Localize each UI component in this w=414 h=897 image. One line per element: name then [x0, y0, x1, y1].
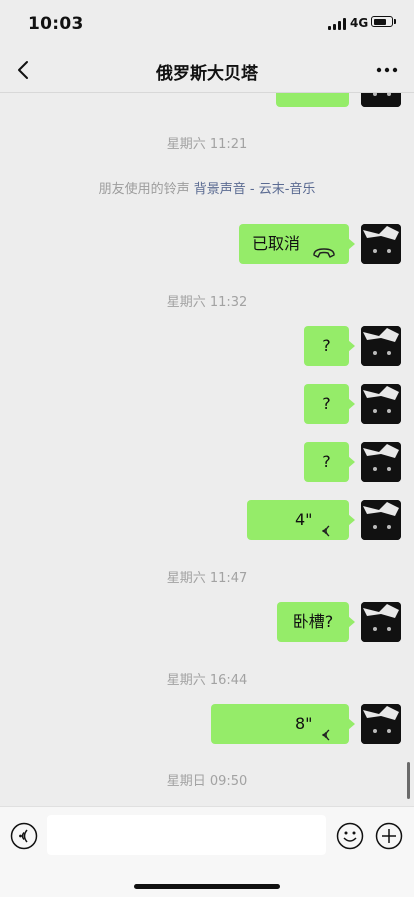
message-input[interactable]	[47, 815, 326, 855]
message-text: ?	[322, 394, 331, 413]
timestamp: 星期六 11:32	[166, 295, 248, 310]
voice-wave-icon	[317, 513, 331, 537]
avatar[interactable]	[361, 93, 401, 107]
call-cancelled-bubble[interactable]: 已取消	[239, 224, 355, 264]
voice-input-icon[interactable]	[10, 822, 38, 850]
more-dots-icon[interactable]	[374, 58, 400, 82]
avatar[interactable]	[361, 384, 401, 424]
battery-fill	[373, 18, 387, 25]
ringtone-link[interactable]: 背景声音 - 云末-音乐	[194, 182, 316, 197]
message-bubble[interactable]: ?	[304, 384, 355, 424]
avatar[interactable]	[361, 326, 401, 366]
message-bubble-partial[interactable]	[276, 93, 349, 107]
timestamp: 星期六 11:21	[166, 137, 248, 152]
signal-icon	[328, 18, 346, 30]
avatar[interactable]	[361, 602, 401, 642]
home-indicator[interactable]	[134, 884, 280, 889]
status-time: 10:03	[28, 14, 84, 34]
input-bar	[0, 806, 414, 897]
message-text: ?	[322, 336, 331, 355]
status-bar: 10:03 4G	[0, 0, 414, 48]
chat-area[interactable]: 星期六 11:21 朋友使用的铃声 背景声音 - 云末-音乐 已取消 星期六 1…	[0, 93, 414, 805]
call-cancelled-text: 已取消	[252, 234, 301, 253]
voice-message-bubble[interactable]: 8"	[211, 704, 355, 744]
voice-duration: 8"	[295, 714, 313, 733]
message-text: 卧槽?	[292, 612, 334, 631]
network-type: 4G	[350, 16, 369, 30]
avatar[interactable]	[361, 442, 401, 482]
phone-hangup-icon	[312, 236, 336, 258]
message-bubble[interactable]: ?	[304, 326, 355, 366]
avatar[interactable]	[361, 224, 401, 264]
add-icon[interactable]	[375, 822, 403, 850]
ringtone-notice: 朋友使用的铃声 背景声音 - 云末-音乐	[0, 178, 414, 197]
message-text: ?	[322, 452, 331, 471]
nav-bar: 俄罗斯大贝塔	[0, 48, 414, 93]
battery-icon	[371, 16, 396, 27]
voice-duration: 4"	[295, 510, 313, 529]
ringtone-notice-prefix: 朋友使用的铃声	[98, 182, 194, 197]
avatar[interactable]	[361, 704, 401, 744]
timestamp: 星期六 16:44	[166, 673, 248, 688]
voice-message-bubble[interactable]: 4"	[247, 500, 355, 540]
message-bubble[interactable]: 卧槽?	[277, 602, 355, 642]
chat-title: 俄罗斯大贝塔	[156, 64, 258, 84]
avatar[interactable]	[361, 500, 401, 540]
timestamp: 星期日 09:50	[166, 774, 248, 789]
chat-scrollbar[interactable]	[407, 762, 410, 799]
voice-wave-icon	[317, 717, 331, 741]
timestamp: 星期六 11:47	[166, 571, 248, 586]
emoji-icon[interactable]	[336, 822, 364, 850]
message-bubble[interactable]: ?	[304, 442, 355, 482]
